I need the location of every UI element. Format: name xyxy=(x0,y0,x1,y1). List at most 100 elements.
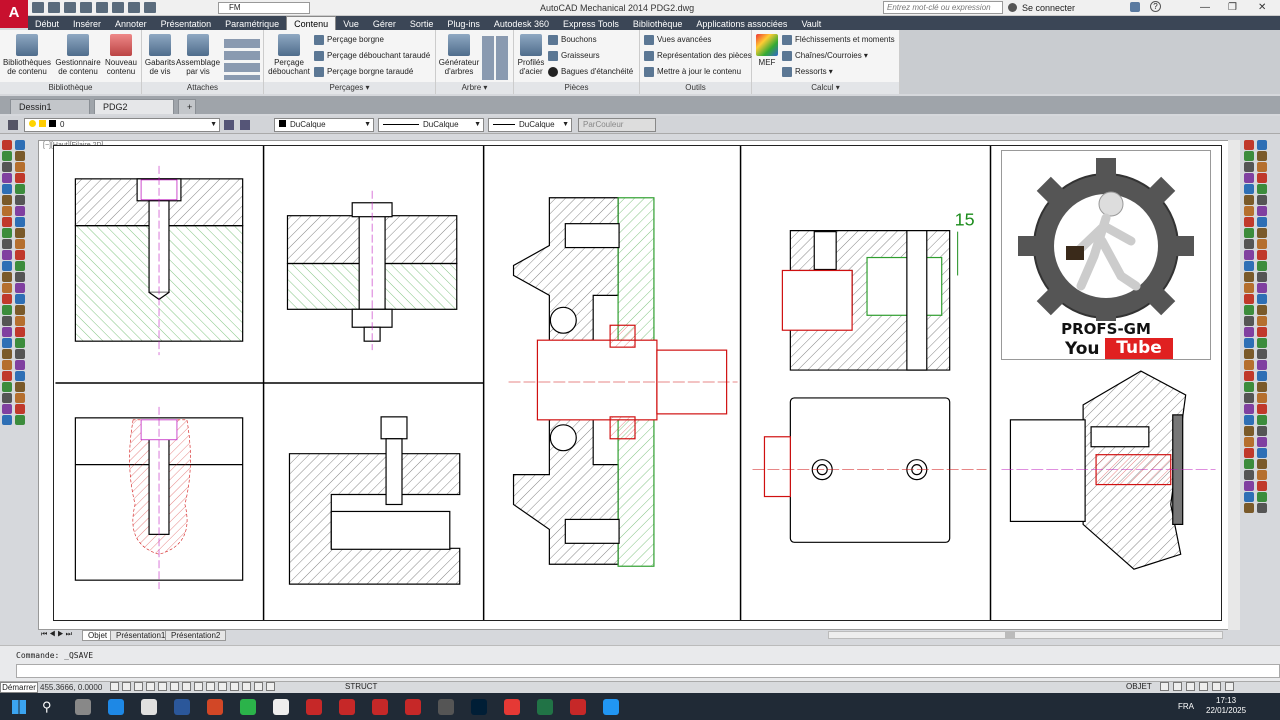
modify-tool-icon-32-0[interactable] xyxy=(1244,492,1254,502)
draw-tool-icon-13-1[interactable] xyxy=(15,283,25,293)
horizontal-scrollbar[interactable] xyxy=(828,631,1223,639)
plugs-button[interactable]: Bouchons xyxy=(548,34,597,46)
modify-tool-icon-11-0[interactable] xyxy=(1244,261,1254,271)
fastener-tools-icon[interactable] xyxy=(224,36,260,80)
close-icon[interactable]: ✕ xyxy=(1258,2,1266,13)
struct-toggle[interactable]: STRUCT xyxy=(345,682,377,691)
taskbar-app-icon-10[interactable] xyxy=(405,699,421,715)
chains-belts-button[interactable]: Chaînes/Courroies ▾ xyxy=(782,50,868,62)
taskbar-app-icon-6[interactable] xyxy=(273,699,289,715)
deflection-button[interactable]: Fléchissements et moments xyxy=(782,34,895,46)
content-manager-button[interactable]: Gestionnaire de contenu xyxy=(54,34,102,76)
draw-tool-icon-12-0[interactable] xyxy=(2,272,12,282)
modify-tool-icon-23-0[interactable] xyxy=(1244,393,1254,403)
draw-tool-icon-24-0[interactable] xyxy=(2,404,12,414)
status-toggle-12[interactable] xyxy=(254,682,263,691)
save-icon[interactable] xyxy=(64,2,76,13)
taskbar-app-icon-8[interactable] xyxy=(339,699,355,715)
saveas-icon[interactable] xyxy=(80,2,92,13)
modify-tool-icon-17-1[interactable] xyxy=(1257,327,1267,337)
status-toggle-3[interactable] xyxy=(146,682,155,691)
modify-tool-icon-25-0[interactable] xyxy=(1244,415,1254,425)
workspace-combo[interactable]: FM xyxy=(218,2,310,14)
draw-tool-icon-7-0[interactable] xyxy=(2,217,12,227)
modify-tool-icon-27-0[interactable] xyxy=(1244,437,1254,447)
modify-tool-icon-14-1[interactable] xyxy=(1257,294,1267,304)
modify-tool-icon-12-1[interactable] xyxy=(1257,272,1267,282)
new-icon[interactable] xyxy=(32,2,44,13)
ribbon-tab-14[interactable]: Vault xyxy=(794,17,828,31)
modify-tool-icon-28-1[interactable] xyxy=(1257,448,1267,458)
windows-start-icon[interactable] xyxy=(12,700,26,714)
restore-icon[interactable]: ❐ xyxy=(1228,2,1237,13)
status-right-icon-3[interactable] xyxy=(1199,682,1208,691)
lineweight-combo[interactable]: DuCalque ▼ xyxy=(488,118,572,132)
new-tab-button[interactable]: + xyxy=(178,99,196,114)
taskbar-app-icon-7[interactable] xyxy=(306,699,322,715)
taskbar-app-icon-11[interactable] xyxy=(438,699,454,715)
new-content-button[interactable]: Nouveau contenu xyxy=(102,34,140,76)
draw-tool-icon-0-1[interactable] xyxy=(15,140,25,150)
search-input[interactable]: Entrez mot-clé ou expression xyxy=(883,1,1003,14)
status-toggle-8[interactable] xyxy=(206,682,215,691)
draw-tool-icon-14-1[interactable] xyxy=(15,294,25,304)
draw-tool-icon-18-0[interactable] xyxy=(2,338,12,348)
modify-tool-icon-18-1[interactable] xyxy=(1257,338,1267,348)
status-toggle-4[interactable] xyxy=(158,682,167,691)
draw-tool-icon-10-0[interactable] xyxy=(2,250,12,260)
status-toggle-13[interactable] xyxy=(266,682,275,691)
shaft-generator-button[interactable]: Générateur d'arbres xyxy=(438,34,480,76)
draw-tool-icon-3-0[interactable] xyxy=(2,173,12,183)
status-toggle-10[interactable] xyxy=(230,682,239,691)
update-content-button[interactable]: Mettre à jour le contenu xyxy=(644,66,741,78)
ribbon-tab-9[interactable]: Plug-ins xyxy=(440,17,487,31)
modify-tool-icon-3-0[interactable] xyxy=(1244,173,1254,183)
advanced-views-button[interactable]: Vues avancées xyxy=(644,34,711,46)
draw-tool-icon-19-1[interactable] xyxy=(15,349,25,359)
draw-tool-icon-22-0[interactable] xyxy=(2,382,12,392)
modify-tool-icon-31-0[interactable] xyxy=(1244,481,1254,491)
plot-icon[interactable] xyxy=(144,2,156,13)
draw-tool-icon-15-1[interactable] xyxy=(15,305,25,315)
draw-tool-icon-16-0[interactable] xyxy=(2,316,12,326)
modify-tool-icon-21-1[interactable] xyxy=(1257,371,1267,381)
draw-tool-icon-5-1[interactable] xyxy=(15,195,25,205)
modify-tool-icon-19-1[interactable] xyxy=(1257,349,1267,359)
modify-tool-icon-24-0[interactable] xyxy=(1244,404,1254,414)
modify-tool-icon-0-0[interactable] xyxy=(1244,140,1254,150)
draw-tool-icon-24-1[interactable] xyxy=(15,404,25,414)
draw-tool-icon-7-1[interactable] xyxy=(15,217,25,227)
ribbon-tab-8[interactable]: Sortie xyxy=(403,17,441,31)
modify-tool-icon-5-0[interactable] xyxy=(1244,195,1254,205)
draw-tool-icon-6-1[interactable] xyxy=(15,206,25,216)
status-toggle-11[interactable] xyxy=(242,682,251,691)
ribbon-tab-0[interactable]: Début xyxy=(28,17,66,31)
draw-tool-icon-8-1[interactable] xyxy=(15,228,25,238)
draw-tool-icon-23-0[interactable] xyxy=(2,393,12,403)
scroll-thumb[interactable] xyxy=(1005,632,1015,638)
blind-hole-button[interactable]: Perçage borgne xyxy=(314,34,384,46)
draw-tool-icon-20-0[interactable] xyxy=(2,360,12,370)
ribbon-tab-5[interactable]: Contenu xyxy=(286,16,337,30)
panel-title[interactable]: Calcul ▾ xyxy=(752,82,899,94)
command-input[interactable] xyxy=(16,664,1280,678)
modify-tool-icon-11-1[interactable] xyxy=(1257,261,1267,271)
modify-tool-icon-4-0[interactable] xyxy=(1244,184,1254,194)
status-right-icon-4[interactable] xyxy=(1212,682,1221,691)
print-icon[interactable] xyxy=(96,2,108,13)
taskbar-app-icon-16[interactable] xyxy=(603,699,619,715)
modify-tool-icon-19-0[interactable] xyxy=(1244,349,1254,359)
lubricators-button[interactable]: Graisseurs xyxy=(548,50,600,62)
modify-tool-icon-14-0[interactable] xyxy=(1244,294,1254,304)
modify-tool-icon-10-1[interactable] xyxy=(1257,250,1267,260)
seals-button[interactable]: Bagues d'étanchéité xyxy=(548,66,633,78)
exchange-icon[interactable] xyxy=(1130,2,1140,12)
draw-tool-icon-21-0[interactable] xyxy=(2,371,12,381)
modify-tool-icon-13-1[interactable] xyxy=(1257,283,1267,293)
draw-tool-icon-4-0[interactable] xyxy=(2,184,12,194)
language-indicator[interactable]: FRA xyxy=(1178,702,1194,711)
draw-tool-icon-0-0[interactable] xyxy=(2,140,12,150)
screw-assembly-button[interactable]: Assemblage par vis xyxy=(176,34,220,76)
ribbon-tab-12[interactable]: Bibliothèque xyxy=(626,17,690,31)
taskbar-app-icon-3[interactable] xyxy=(174,699,190,715)
